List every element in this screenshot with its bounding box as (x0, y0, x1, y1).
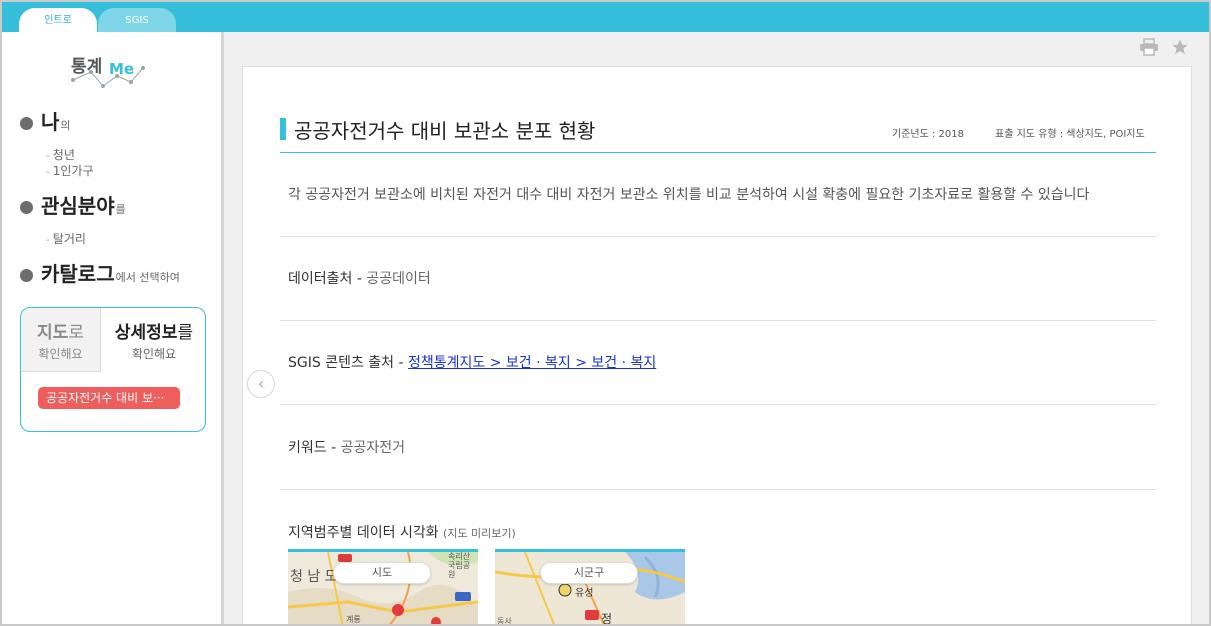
map-view-suffix: 로 (68, 323, 84, 343)
logo: 통계 Me (69, 50, 149, 90)
tab-sgis[interactable]: SGIS (98, 8, 176, 32)
map-place-label: 청 남 도 (290, 569, 338, 585)
step-catalog: 카탈로그 에서 선택하여 (20, 258, 180, 287)
divider (280, 320, 1156, 321)
sidebar-item-single-household[interactable]: 1인가구 (46, 162, 94, 179)
star-icon[interactable] (1171, 38, 1191, 56)
map-label-sido: 시도 (333, 562, 431, 584)
data-source-label: 데이터출처 - (288, 271, 367, 287)
sgis-source-row: SGIS 콘텐츠 출처 - 정책통계지도 > 보건 · 복지 > 보건 · 복지 (288, 352, 656, 372)
step-me: 나 의 (20, 106, 71, 135)
sidebar-item-transport[interactable]: 탈거리 (46, 230, 86, 247)
step-catalog-title: 카탈로그 (41, 262, 115, 286)
divider (280, 404, 1156, 405)
map-label-sigungu: 시군구 (540, 562, 638, 584)
detail-view-subtitle: 확인해요 (131, 347, 177, 361)
step-interest-title: 관심분야 (41, 194, 115, 218)
detail-card (242, 66, 1192, 624)
toolbar (1139, 38, 1191, 56)
logo-text: 통계 (71, 57, 103, 77)
tab-intro[interactable]: 인트로 (19, 8, 97, 32)
visualization-title: 지역범주별 데이터 시각화 (지도 미리보기) (288, 522, 516, 542)
title-divider (280, 152, 1156, 153)
map-place-label: 동사 (497, 617, 512, 624)
step-me-title: 나 (41, 110, 60, 134)
map-place-label: 유성 (575, 588, 594, 599)
map-preview-sigungu[interactable]: 유성 정 동사 시군구 (495, 549, 685, 624)
keyword-row: 키워드 - 공공자전거 (288, 437, 405, 457)
sgis-source-label: SGIS 콘텐츠 출처 - (288, 355, 409, 371)
map-view-button[interactable]: 지도로 확인해요 (21, 308, 101, 372)
map-type: 표출 지도 유형 : 색상지도, POI지도 (995, 129, 1145, 140)
divider (280, 489, 1156, 490)
map-view-subtitle: 확인해요 (38, 347, 83, 361)
visualization-title-text: 지역범주별 데이터 시각화 (288, 525, 444, 541)
detail-view-button[interactable]: 상세정보를 확인해요 (101, 308, 205, 372)
sidebar: 통계 Me 나 의 청년 1인가구 관심분야 를 탈거리 카탈로그 에서 선택하… (2, 32, 221, 624)
step-interest: 관심분야 를 (20, 190, 126, 219)
previous-button[interactable]: ‹ (247, 370, 275, 398)
sgis-source-link[interactable]: 정책통계지도 > 보건 · 복지 > 보건 · 복지 (408, 355, 656, 371)
keyword-value: 공공자전거 (340, 440, 405, 456)
map-view-title: 지도 (37, 323, 69, 343)
bullet-icon (20, 269, 33, 282)
data-source-value: 공공데이터 (366, 271, 431, 287)
logo-me-text: Me (109, 60, 135, 78)
map-place-label: 속리산 국립공원 (448, 552, 471, 579)
detail-view-title: 상세정보 (114, 323, 178, 343)
step-catalog-suffix: 에서 선택하여 (115, 271, 180, 284)
title-accent (280, 118, 286, 140)
detail-view-suffix: 를 (177, 323, 194, 343)
view-panel: 지도로 확인해요 상세정보를 확인해요 공공자전거수 대비 보··· (20, 307, 206, 432)
visualization-hint: (지도 미리보기) (443, 527, 516, 540)
keyword-label: 키워드 - (288, 440, 341, 456)
app-window: 인트로 SGIS 통계 Me 나 의 청년 1인가구 관심분야 를 탈거리 (0, 0, 1211, 626)
map-place-label: 계룡 (346, 615, 361, 624)
map-place-label: 정 (601, 612, 613, 624)
sidebar-item-youth[interactable]: 청년 (46, 146, 75, 163)
divider (280, 236, 1156, 237)
description: 각 공공자전거 보관소에 비치된 자전거 대수 대비 자전거 보관소 위치를 비… (288, 187, 1090, 203)
top-bar: 인트로 SGIS (2, 2, 1209, 32)
step-me-suffix: 의 (60, 119, 71, 132)
base-year: 기준년도 : 2018 (892, 129, 964, 140)
step-interest-suffix: 를 (115, 203, 126, 216)
page-title: 공공자전거수 대비 보관소 분포 현황 (294, 119, 596, 143)
sidebar-divider[interactable] (221, 32, 224, 624)
map-preview-sido[interactable]: 청 남 도 계룡 속리산 국립공원 시도 (288, 549, 478, 624)
bullet-icon (20, 117, 33, 130)
selected-catalog-chip[interactable]: 공공자전거수 대비 보··· (38, 387, 180, 409)
bullet-icon (20, 201, 33, 214)
data-source-row: 데이터출처 - 공공데이터 (288, 268, 431, 288)
chevron-left-icon: ‹ (257, 374, 265, 393)
printer-icon[interactable] (1139, 38, 1159, 56)
